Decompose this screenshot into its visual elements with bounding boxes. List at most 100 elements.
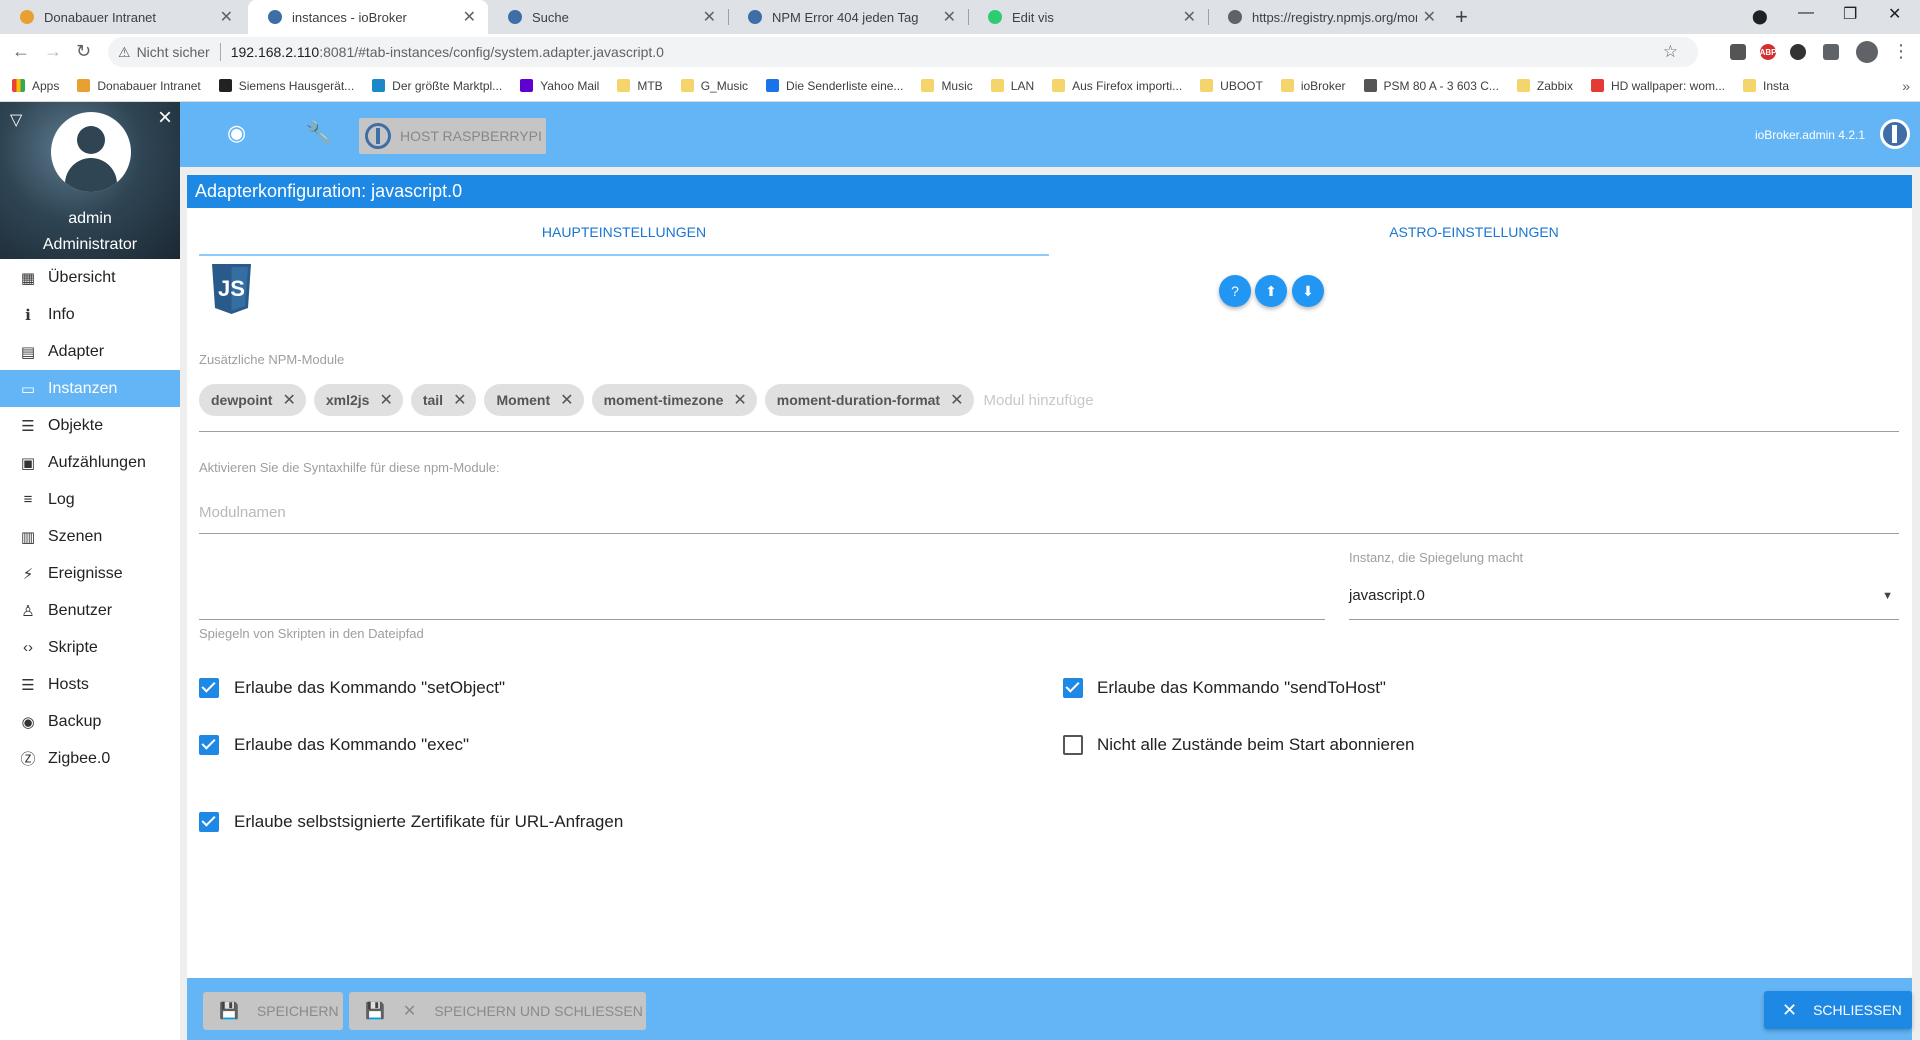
- module-names-field[interactable]: Modulnamen: [199, 488, 1899, 534]
- tab-close-icon[interactable]: ✕: [943, 7, 956, 27]
- reload-icon[interactable]: ↻: [76, 41, 91, 62]
- syntax-help-label: Aktivieren Sie die Syntaxhilfe für diese…: [199, 460, 500, 475]
- add-module-input[interactable]: Modul hinzufüge: [984, 384, 1094, 416]
- user-role: Administrator: [42, 236, 138, 253]
- restore-icon[interactable]: ❐: [1843, 4, 1857, 24]
- extension-icon[interactable]: [1730, 44, 1746, 60]
- folder-icon: [921, 79, 935, 92]
- checkbox-exec-label: Erlaube das Kommando "exec": [234, 735, 470, 754]
- sidebar-item-backup[interactable]: ◉ Backup: [0, 703, 180, 740]
- new-tab-icon[interactable]: +: [1455, 4, 1468, 30]
- site-favicon-icon: [218, 79, 232, 92]
- remove-chip-icon[interactable]: ✕: [453, 390, 466, 410]
- mirror-path-field[interactable]: [199, 558, 1325, 620]
- tab-search-icon[interactable]: ⬤: [1752, 8, 1768, 25]
- host-button[interactable]: HOST RASPBERRYPI: [359, 118, 546, 154]
- remove-chip-icon[interactable]: ✕: [733, 390, 746, 410]
- sidebar-item-ereignisse[interactable]: ⚡ Ereignisse: [0, 555, 180, 592]
- bookmark-item[interactable]: UBOOT: [1200, 79, 1263, 93]
- dialog-content: HAUPTEINSTELLUNGEN ASTRO-EINSTELLUNGEN J…: [187, 208, 1912, 978]
- bookmark-item[interactable]: Apps: [12, 79, 59, 93]
- bookmark-item[interactable]: LAN: [990, 79, 1034, 93]
- browser-tab-active[interactable]: instances - ioBroker ✕: [248, 0, 488, 34]
- forward-icon[interactable]: →: [44, 41, 62, 62]
- tab-close-icon[interactable]: ✕: [1423, 7, 1436, 27]
- sidebar-item-instanzen[interactable]: ▭ Instanzen: [0, 370, 180, 407]
- npm-module-chip: moment-timezone ✕: [591, 384, 757, 416]
- bookmark-item[interactable]: HD wallpaper: wom...: [1590, 79, 1725, 93]
- upload-button[interactable]: ⬆: [1255, 275, 1287, 307]
- bookmark-item[interactable]: MTB: [617, 79, 663, 93]
- bookmark-item[interactable]: Der größte Marktpl...: [372, 79, 502, 93]
- bookmark-star-icon[interactable]: ☆: [1663, 42, 1678, 62]
- checkbox-send-to-host[interactable]: [1063, 678, 1083, 698]
- minimize-icon[interactable]: —: [1798, 4, 1814, 22]
- tab-main-settings[interactable]: HAUPTEINSTELLUNGEN: [199, 208, 1049, 256]
- bookmark-item[interactable]: Siemens Hausgerät...: [218, 79, 354, 93]
- bookmark-item[interactable]: PSM 80 A - 3 603 C...: [1363, 79, 1499, 93]
- save-and-close-button[interactable]: 💾 ✕ SPEICHERN UND SCHLIESSEN: [349, 992, 646, 1030]
- bookmark-item[interactable]: Zabbix: [1516, 79, 1573, 93]
- bookmark-item[interactable]: Aus Firefox importi...: [1052, 79, 1182, 93]
- help-button[interactable]: ?: [1219, 275, 1251, 307]
- back-icon[interactable]: ←: [12, 41, 30, 62]
- url-bar[interactable]: ⚠ Nicht sicher 192.168.2.110:8081/#tab-i…: [108, 37, 1698, 67]
- mirror-instance-select[interactable]: javascript.0 ▼: [1349, 570, 1899, 620]
- adblock-icon[interactable]: ABP: [1760, 44, 1776, 60]
- remove-chip-icon[interactable]: ✕: [560, 390, 573, 410]
- save-button[interactable]: 💾 SPEICHERN: [203, 992, 343, 1030]
- sidebar-item-szenen[interactable]: ▥ Szenen: [0, 518, 180, 555]
- checkbox-self-signed-certs[interactable]: [199, 812, 219, 832]
- browser-tab[interactable]: https://registry.npmjs.org/mome ✕: [1208, 0, 1448, 34]
- browser-tab[interactable]: Suche ✕: [488, 0, 728, 34]
- checkbox-no-subscribe-all[interactable]: [1063, 735, 1083, 755]
- extension-icon[interactable]: [1790, 44, 1806, 60]
- wrench-icon[interactable]: 🔧: [305, 120, 332, 146]
- checkbox-exec[interactable]: [199, 735, 219, 755]
- remove-chip-icon[interactable]: ✕: [379, 390, 392, 410]
- sidebar: ▽ × admin Administrator ▦ Übersicht ℹ Info ▤…: [0, 102, 180, 1040]
- tab-astro-settings[interactable]: ASTRO-EINSTELLUNGEN: [1049, 208, 1899, 256]
- checkbox-set-object[interactable]: [199, 678, 219, 698]
- puzzle-icon[interactable]: [1823, 44, 1839, 60]
- sidebar-item-log[interactable]: ≡ Log: [0, 481, 180, 518]
- bookmark-item[interactable]: Yahoo Mail: [520, 79, 599, 93]
- bookmark-item[interactable]: Music: [921, 79, 973, 93]
- folder-icon: [1052, 79, 1066, 92]
- remove-chip-icon[interactable]: ✕: [282, 390, 295, 410]
- bookmark-item[interactable]: G_Music: [680, 79, 748, 93]
- sidebar-item-objekte[interactable]: ☰ Objekte: [0, 407, 180, 444]
- bolt-icon: ⚡: [22, 565, 34, 583]
- logo-icon[interactable]: ▽: [10, 110, 22, 130]
- sidebar-item-aufz-hlungen[interactable]: ▣ Aufzählungen: [0, 444, 180, 481]
- sidebar-item-benutzer[interactable]: ♙ Benutzer: [0, 592, 180, 629]
- sidebar-item-zigbee-0[interactable]: Ⓩ Zigbee.0: [0, 740, 180, 777]
- sidebar-item-info[interactable]: ℹ Info: [0, 296, 180, 333]
- close-button[interactable]: ✕ SCHLIESSEN: [1764, 991, 1912, 1029]
- bookmark-item[interactable]: Donabauer Intranet: [77, 79, 201, 93]
- close-sidebar-icon[interactable]: ×: [158, 104, 172, 132]
- sidebar-item--bersicht[interactable]: ▦ Übersicht: [0, 259, 180, 296]
- tab-close-icon[interactable]: ✕: [1183, 7, 1196, 27]
- sidebar-item-skripte[interactable]: ‹› Skripte: [0, 629, 180, 666]
- tab-close-icon[interactable]: ✕: [703, 7, 716, 27]
- bookmark-item[interactable]: Die Senderliste eine...: [766, 79, 903, 93]
- bookmark-item[interactable]: Insta: [1743, 79, 1789, 93]
- npm-modules-input[interactable]: dewpoint ✕ xml2js ✕ tail ✕ Moment ✕ moment-timez…: [199, 384, 1899, 432]
- bookmark-item[interactable]: ioBroker: [1280, 79, 1346, 93]
- download-button[interactable]: ⬇: [1292, 275, 1324, 307]
- browser-tab[interactable]: Donabauer Intranet ✕: [0, 0, 245, 34]
- site-favicon-icon: [1363, 79, 1377, 92]
- sidebar-item-hosts[interactable]: ☰ Hosts: [0, 666, 180, 703]
- close-window-icon[interactable]: ✕: [1888, 4, 1901, 24]
- browser-tab[interactable]: Edit vis ✕: [968, 0, 1208, 34]
- tab-close-icon[interactable]: ✕: [463, 7, 476, 27]
- eye-icon[interactable]: ◉: [227, 120, 246, 146]
- browser-tab[interactable]: NPM Error 404 jeden Tag ✕: [728, 0, 968, 34]
- tab-close-icon[interactable]: ✕: [220, 7, 233, 27]
- more-bookmarks-icon[interactable]: »: [1902, 78, 1910, 94]
- profile-icon[interactable]: [1856, 41, 1878, 63]
- menu-dots-icon[interactable]: ⋮: [1892, 41, 1910, 62]
- remove-chip-icon[interactable]: ✕: [950, 390, 963, 410]
- sidebar-item-adapter[interactable]: ▤ Adapter: [0, 333, 180, 370]
